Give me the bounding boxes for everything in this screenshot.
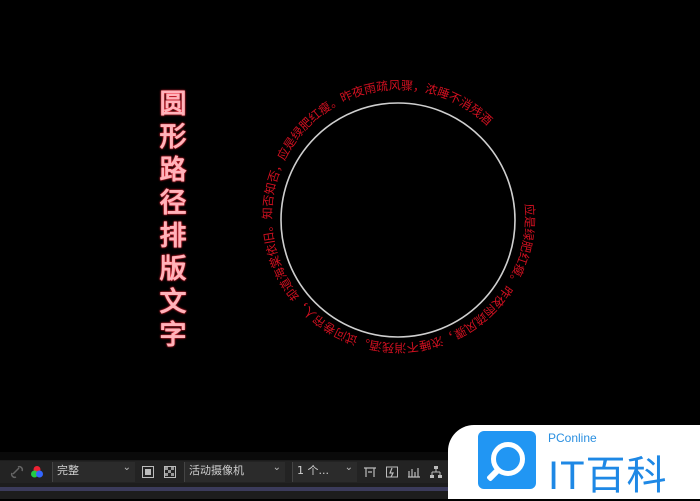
chevron-down-icon: ⌄ <box>344 462 353 473</box>
fast-previews-icon[interactable] <box>385 465 399 479</box>
views-select[interactable]: 1 个... ⌄ <box>292 462 357 482</box>
watermark: PConline IT百科 <box>448 425 700 499</box>
transparency-grid-icon[interactable] <box>163 465 177 479</box>
horizontal-scrollbar[interactable] <box>0 487 450 491</box>
scrollbar-thumb[interactable] <box>0 487 450 491</box>
chevron-down-icon: ⌄ <box>122 462 131 473</box>
search-logo-icon <box>478 431 536 489</box>
chevron-down-icon: ⌄ <box>272 462 281 473</box>
link-icon[interactable] <box>10 465 24 479</box>
ring-artwork: 应是绿肥红瘦。昨夜雨疏风骤，浓睡不消残酒。试问卷帘人，却道海棠依旧。知否知否，应… <box>261 78 538 355</box>
resolution-select[interactable]: 完整 ⌄ <box>52 462 135 482</box>
region-of-interest-icon[interactable] <box>141 465 155 479</box>
toggle-pixel-aspect-icon[interactable] <box>363 465 377 479</box>
color-channel-icon[interactable] <box>30 465 44 479</box>
timeline-icon[interactable] <box>407 465 421 479</box>
circle-path <box>280 102 516 338</box>
flowchart-icon[interactable] <box>429 465 443 479</box>
composition-viewer[interactable]: 圆形路径排版文字 应是绿肥红瘦。昨夜雨疏风骤，浓睡不消残酒。试问卷帘人，却道海棠… <box>0 0 700 452</box>
ring-text: 应是绿肥红瘦。昨夜雨疏风骤，浓睡不消残酒。试问卷帘人，却道海棠依旧。知否知否，应… <box>261 78 538 355</box>
watermark-brand-text: IT百科 <box>548 454 668 498</box>
camera-select[interactable]: 活动摄像机 ⌄ <box>184 462 285 482</box>
camera-value: 活动摄像机 <box>189 464 244 477</box>
resolution-value: 完整 <box>57 464 79 477</box>
views-value: 1 个... <box>297 464 329 477</box>
